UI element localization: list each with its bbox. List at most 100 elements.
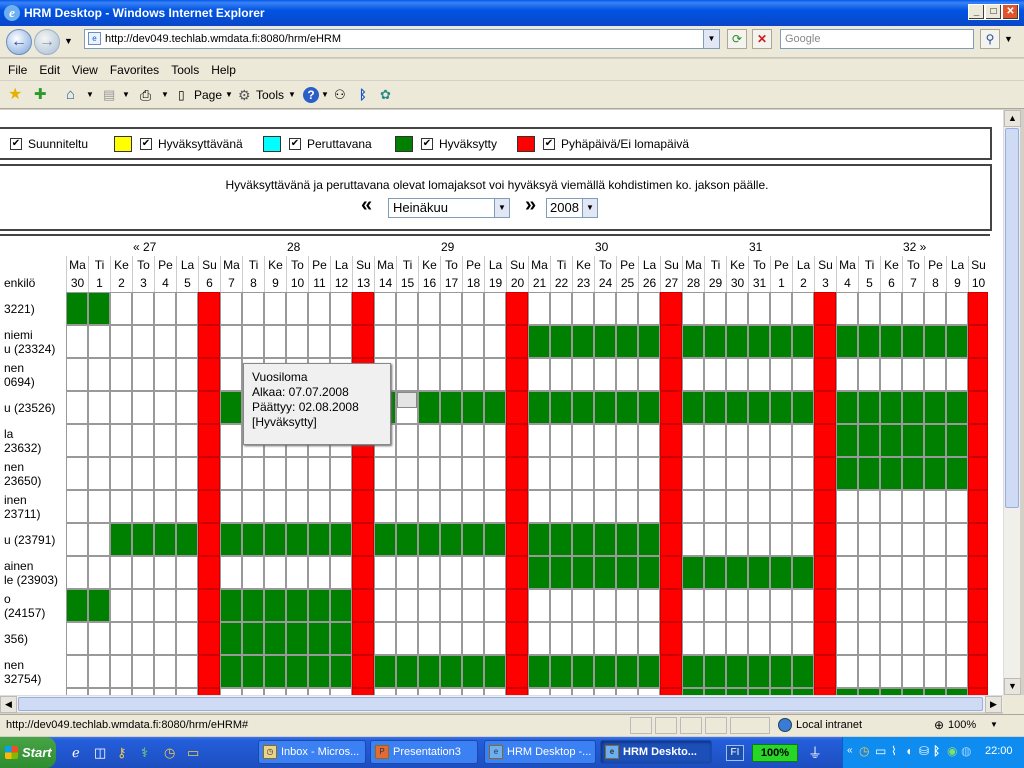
day-cell[interactable] [484, 622, 506, 655]
day-cell[interactable] [264, 688, 286, 695]
holiday-cell[interactable] [814, 358, 836, 391]
day-cell[interactable] [858, 622, 880, 655]
holiday-cell[interactable] [506, 622, 528, 655]
approved-vacation-cell[interactable] [418, 391, 440, 424]
checkbox-icon[interactable]: ✔ [140, 138, 152, 150]
day-cell[interactable] [396, 358, 418, 391]
approved-vacation-cell[interactable] [594, 391, 616, 424]
day-cell[interactable] [880, 589, 902, 622]
quicklaunch-desktop-icon[interactable]: ◫ [94, 745, 106, 761]
scroll-right-icon[interactable]: ▶ [985, 696, 1002, 713]
day-cell[interactable] [154, 424, 176, 457]
approved-vacation-cell[interactable] [88, 589, 110, 622]
search-input[interactable]: Google [780, 29, 974, 49]
approved-vacation-cell[interactable] [572, 556, 594, 589]
day-cell[interactable] [616, 292, 638, 325]
approved-vacation-cell[interactable] [572, 325, 594, 358]
approved-vacation-cell[interactable] [286, 622, 308, 655]
day-cell[interactable] [528, 622, 550, 655]
day-cell[interactable] [572, 688, 594, 695]
prev-month-button[interactable]: « [361, 194, 372, 217]
day-cell[interactable] [176, 655, 198, 688]
home-dropdown-icon[interactable]: ▼ [86, 85, 94, 105]
day-cell[interactable] [924, 292, 946, 325]
day-cell[interactable] [66, 490, 88, 523]
day-cell[interactable] [154, 589, 176, 622]
approved-vacation-cell[interactable] [946, 424, 968, 457]
day-cell[interactable] [836, 358, 858, 391]
day-cell[interactable] [132, 490, 154, 523]
day-cell[interactable] [836, 292, 858, 325]
approved-vacation-cell[interactable] [924, 391, 946, 424]
approved-vacation-cell[interactable] [704, 391, 726, 424]
approved-vacation-cell[interactable] [550, 523, 572, 556]
day-cell[interactable] [572, 457, 594, 490]
day-cell[interactable] [704, 457, 726, 490]
day-cell[interactable] [638, 589, 660, 622]
approved-vacation-cell[interactable] [858, 391, 880, 424]
checkbox-icon[interactable]: ✔ [543, 138, 555, 150]
day-cell[interactable] [880, 358, 902, 391]
approved-vacation-cell[interactable] [264, 655, 286, 688]
approved-vacation-cell[interactable] [704, 655, 726, 688]
day-cell[interactable] [308, 688, 330, 695]
holiday-cell[interactable] [198, 325, 220, 358]
day-cell[interactable] [308, 490, 330, 523]
holiday-cell[interactable] [198, 688, 220, 695]
holiday-cell[interactable] [198, 424, 220, 457]
holiday-cell[interactable] [814, 688, 836, 695]
day-cell[interactable] [880, 292, 902, 325]
day-cell[interactable] [110, 457, 132, 490]
approved-vacation-cell[interactable] [726, 391, 748, 424]
holiday-cell[interactable] [198, 622, 220, 655]
day-cell[interactable] [836, 622, 858, 655]
holiday-cell[interactable] [968, 358, 988, 391]
language-indicator[interactable]: FI [726, 745, 744, 761]
holiday-cell[interactable] [506, 655, 528, 688]
day-cell[interactable] [154, 358, 176, 391]
day-cell[interactable] [132, 325, 154, 358]
day-cell[interactable] [594, 490, 616, 523]
approved-vacation-cell[interactable] [748, 556, 770, 589]
day-cell[interactable] [418, 622, 440, 655]
page-dropdown-icon[interactable]: ▼ [225, 85, 233, 105]
day-cell[interactable] [528, 457, 550, 490]
day-cell[interactable] [704, 523, 726, 556]
day-cell[interactable] [418, 457, 440, 490]
day-cell[interactable] [484, 424, 506, 457]
holiday-cell[interactable] [968, 556, 988, 589]
day-cell[interactable] [88, 556, 110, 589]
approved-vacation-cell[interactable] [264, 622, 286, 655]
approved-vacation-cell[interactable] [748, 655, 770, 688]
day-cell[interactable] [374, 688, 396, 695]
day-cell[interactable] [638, 490, 660, 523]
day-cell[interactable] [308, 457, 330, 490]
holiday-cell[interactable] [814, 292, 836, 325]
day-cell[interactable] [726, 589, 748, 622]
holiday-cell[interactable] [506, 490, 528, 523]
day-cell[interactable] [132, 688, 154, 695]
day-cell[interactable] [946, 556, 968, 589]
approved-vacation-cell[interactable] [308, 655, 330, 688]
approved-vacation-cell[interactable] [242, 655, 264, 688]
day-cell[interactable] [242, 688, 264, 695]
day-cell[interactable] [704, 358, 726, 391]
tray-monitor-icon[interactable]: ▭ [875, 744, 886, 758]
day-cell[interactable] [792, 622, 814, 655]
approved-vacation-cell[interactable] [528, 391, 550, 424]
day-cell[interactable] [682, 292, 704, 325]
holiday-cell[interactable] [352, 589, 374, 622]
approved-vacation-cell[interactable] [792, 325, 814, 358]
menu-tools[interactable]: Tools [171, 63, 199, 77]
holiday-cell[interactable] [352, 292, 374, 325]
day-cell[interactable] [572, 292, 594, 325]
day-cell[interactable] [66, 688, 88, 695]
minimize-button[interactable]: _ [968, 4, 985, 20]
approved-vacation-cell[interactable] [594, 655, 616, 688]
approved-vacation-cell[interactable] [770, 556, 792, 589]
checkbox-icon[interactable]: ✔ [10, 138, 22, 150]
day-cell[interactable] [132, 622, 154, 655]
approved-vacation-cell[interactable] [550, 391, 572, 424]
day-cell[interactable] [616, 622, 638, 655]
tray-network-icon[interactable]: ⛁ [919, 744, 929, 758]
